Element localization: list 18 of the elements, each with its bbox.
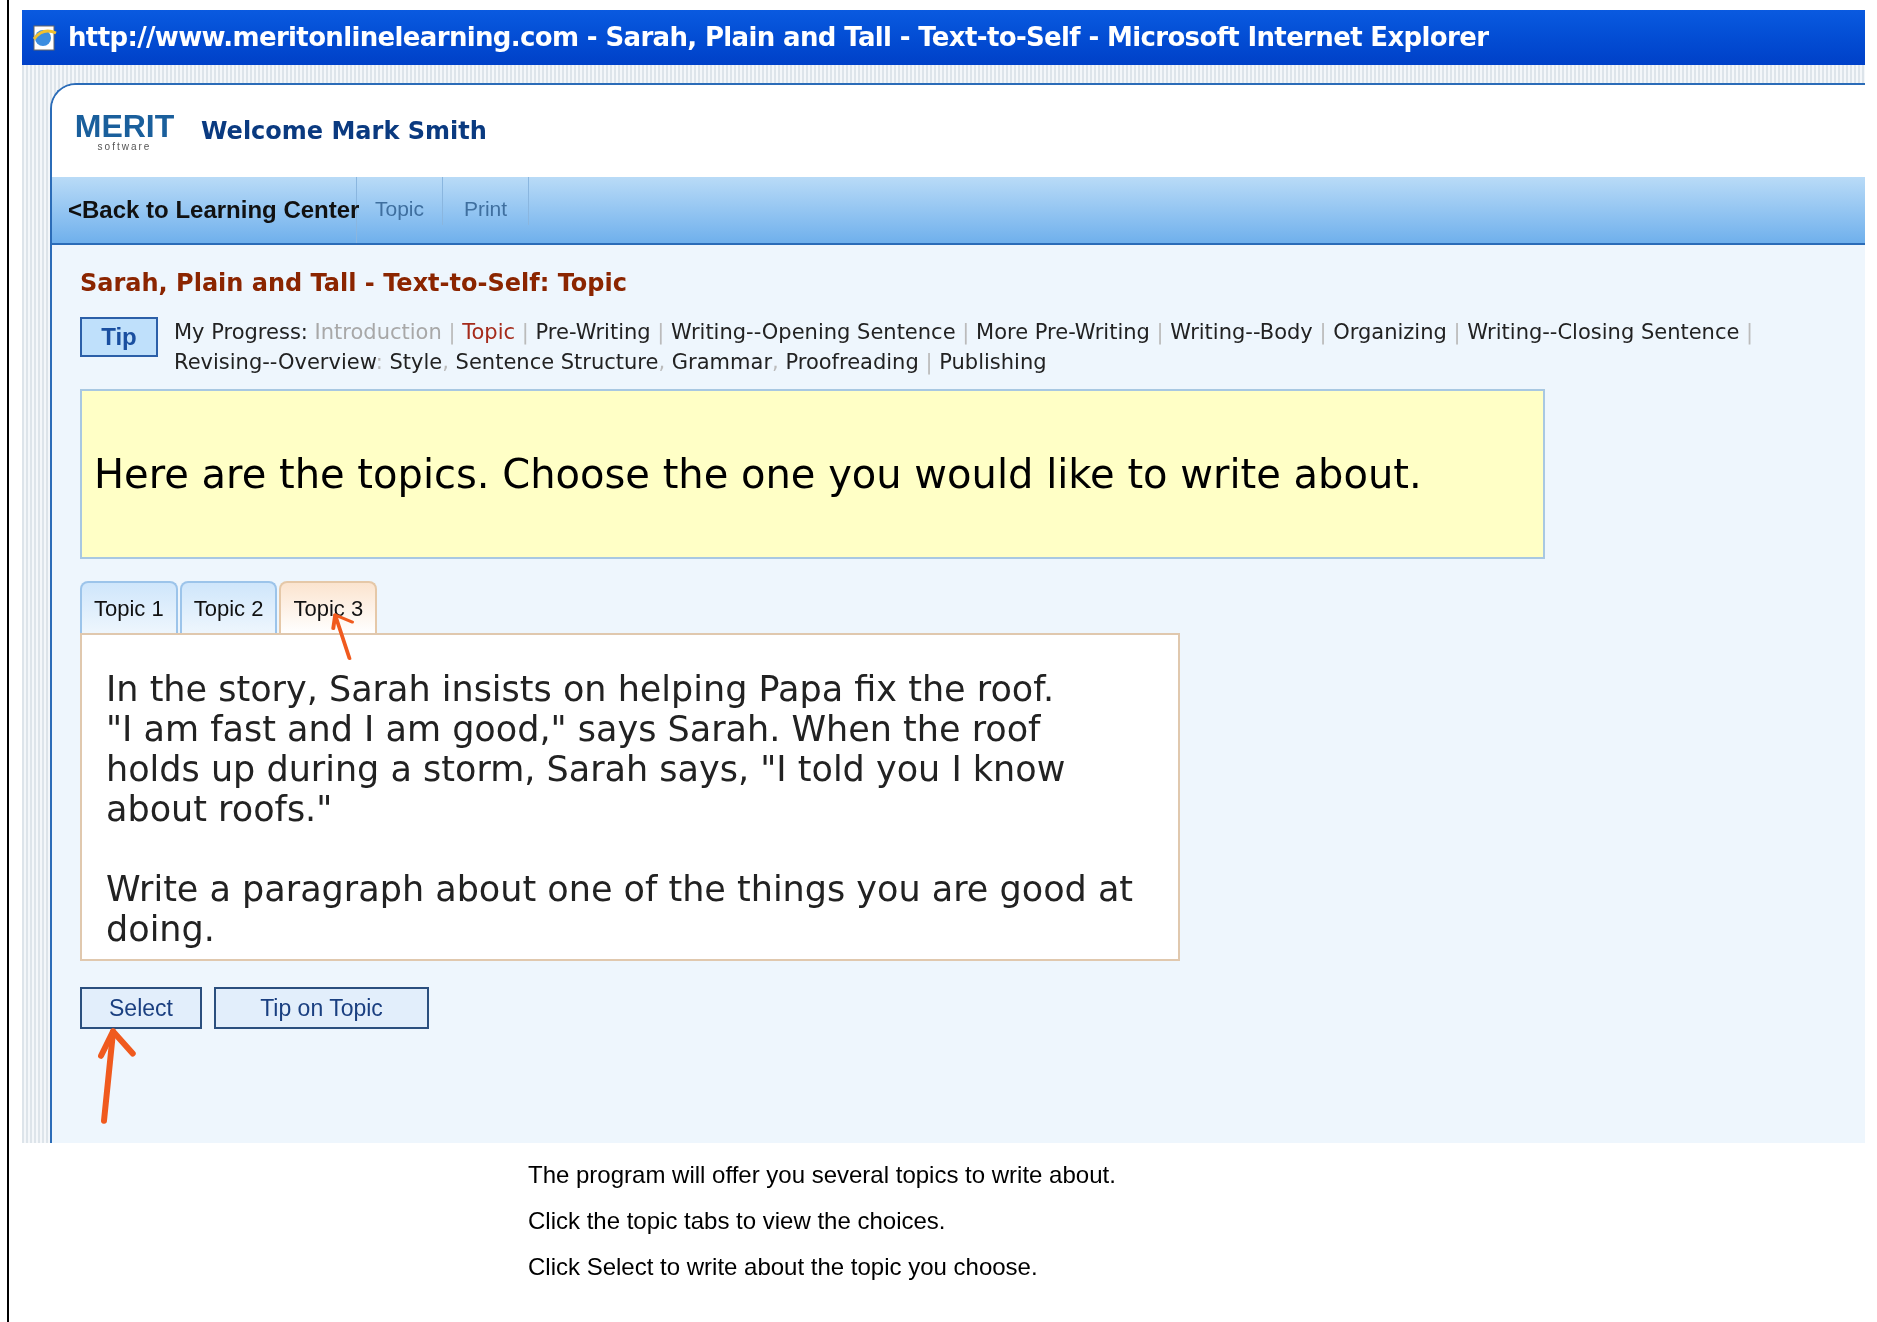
caption-line: Click the topic tabs to view the choices. bbox=[528, 1207, 947, 1235]
nav-tab[interactable]: <Back to Learning Center bbox=[52, 177, 357, 243]
merit-logo: MERIT software bbox=[73, 110, 176, 152]
topic-paragraph: Write a paragraph about one of the things you are good at doing. bbox=[106, 869, 1135, 949]
topic-tab[interactable]: Topic 1 bbox=[80, 581, 178, 633]
caption-line: The program will offer you several topics to write about. bbox=[528, 1161, 1117, 1189]
progress-steps: My Progress: Introduction | Topic | Pre-Writing | Writing--Opening Sentence | More Pre-Writing | Writing--Body | Organizing | Writing--Closing Sentence | Revising--Overview: Style, Sentence Structure, Grammar, Proofreading | Publishing bbox=[174, 317, 1814, 377]
welcome-text: Welcome Mark Smith bbox=[201, 116, 487, 147]
topic-tab[interactable]: Topic 3 bbox=[279, 581, 378, 633]
action-button[interactable]: Select bbox=[80, 987, 202, 1029]
instruction-banner: Here are the topics. Choose the one you would like to write about. bbox=[80, 389, 1545, 559]
page-title: Sarah, Plain and Tall - Text-to-Self: Topic bbox=[80, 268, 628, 299]
tip-button[interactable]: Tip bbox=[80, 317, 158, 357]
window-title: http://www.meritonlinelearning.com - Sarah, Plain and Tall - Text-to-Self - Microsoft Internet Explorer bbox=[68, 21, 1489, 54]
caption-line: Click Select to write about the topic you choose. bbox=[528, 1253, 1039, 1281]
topic-tab[interactable]: Topic 2 bbox=[179, 581, 278, 633]
action-button[interactable]: Tip on Topic bbox=[214, 987, 429, 1029]
topic-paragraph: In the story, Sarah insists on helping Papa fix the roof. "I am fast and I am good," says Sarah. When the roof holds up during a storm, Sarah says, "I told you I know about roofs." bbox=[106, 669, 1067, 829]
